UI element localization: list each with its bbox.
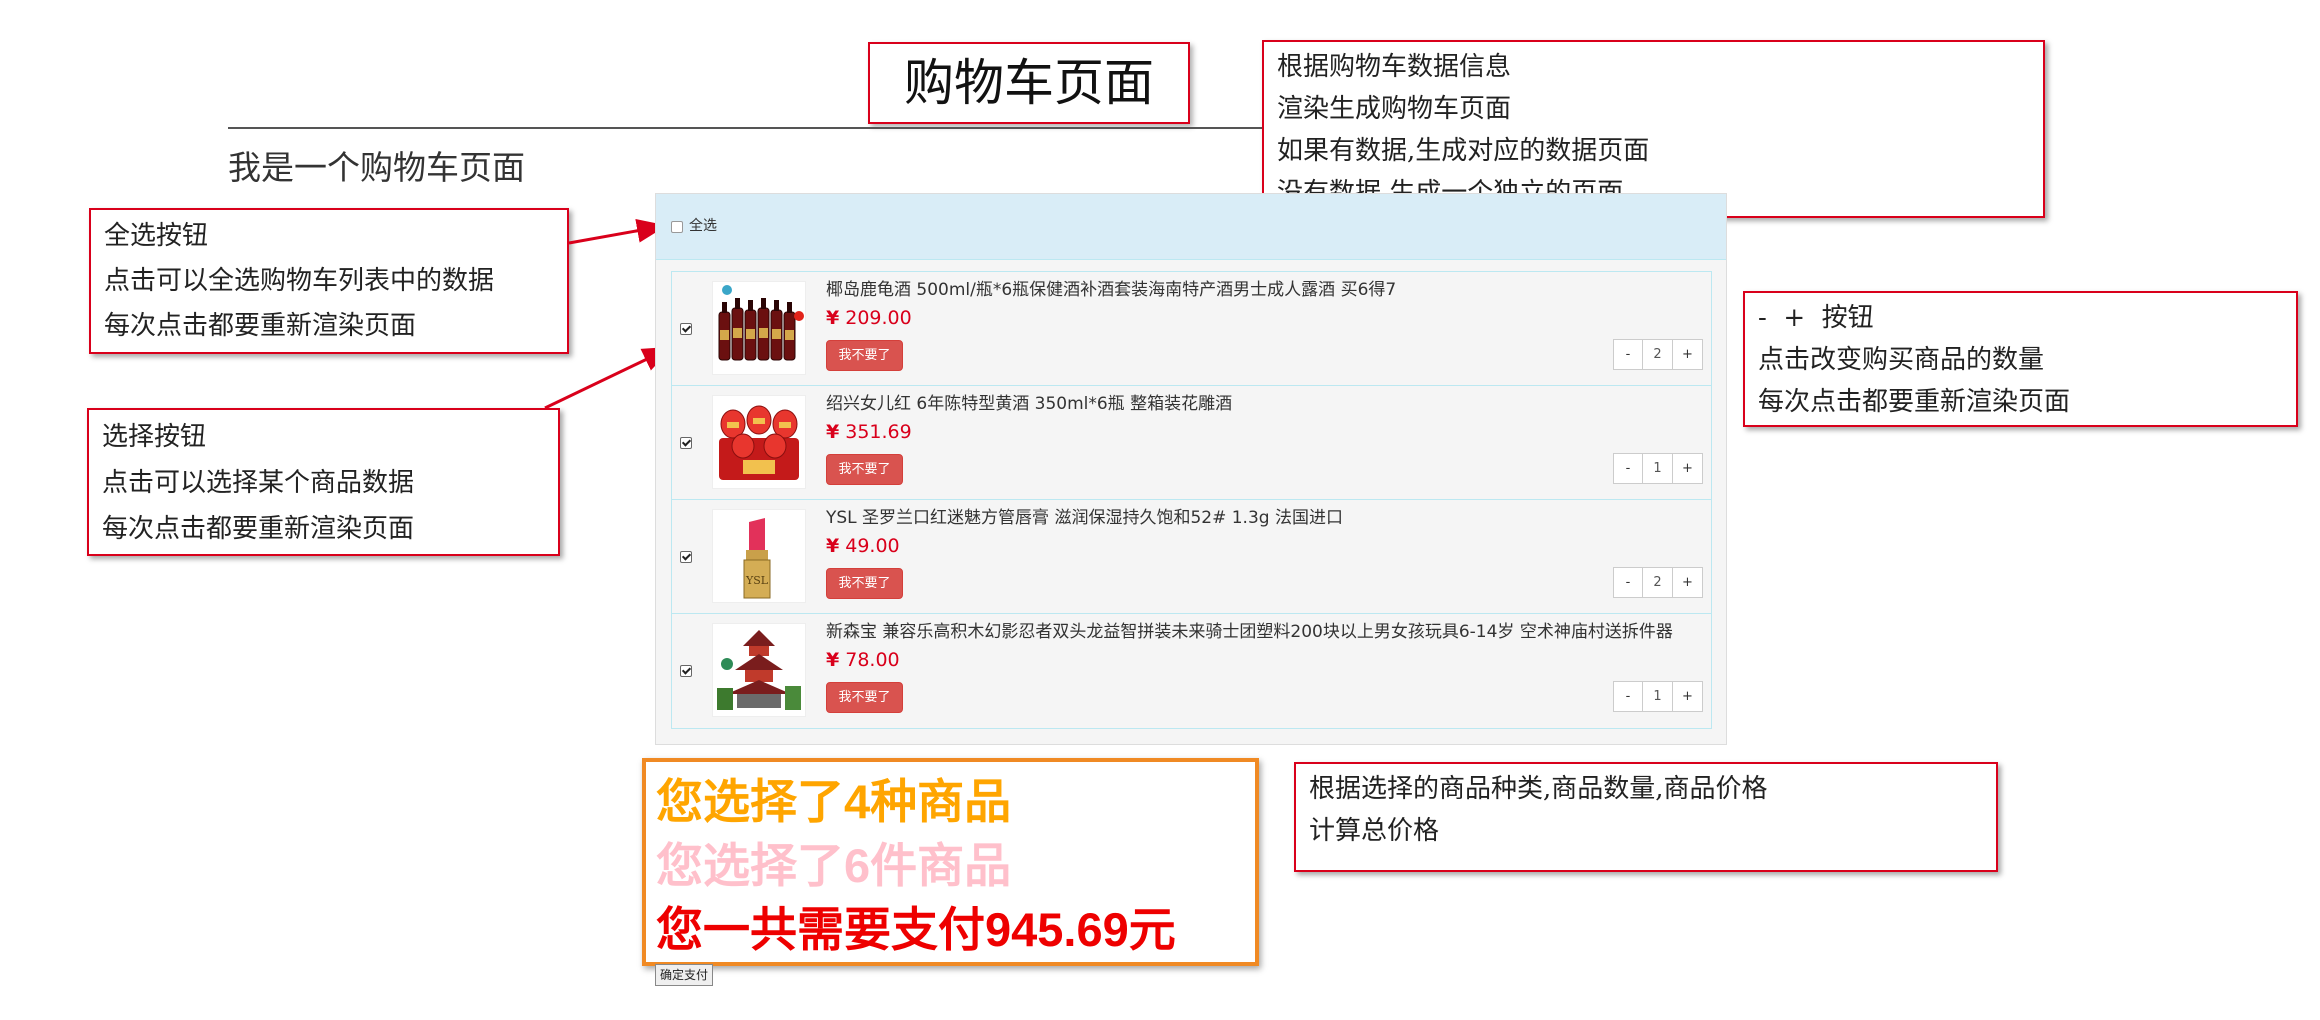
product-name: 椰岛鹿龟酒 500ml/瓶*6瓶保健酒补酒套装海南特产酒男士成人露酒 买6得7 xyxy=(826,280,1397,300)
cart-item: 绍兴女儿红 6年陈特型黄酒 350ml*6瓶 整箱装花雕酒 ¥351.69 我不… xyxy=(672,386,1711,500)
product-price: ¥351.69 xyxy=(826,419,912,445)
currency-symbol: ¥ xyxy=(826,421,840,443)
increase-button[interactable]: + xyxy=(1673,681,1703,712)
item-checkbox[interactable] xyxy=(680,665,692,677)
svg-text:YSL: YSL xyxy=(745,574,769,587)
product-name: 绍兴女儿红 6年陈特型黄酒 350ml*6瓶 整箱装花雕酒 xyxy=(826,394,1233,414)
increase-button[interactable]: + xyxy=(1673,339,1703,370)
selected-count-text: 您选择了6件商品 xyxy=(656,839,1012,892)
currency-symbol: ¥ xyxy=(826,307,840,329)
item-checkbox[interactable] xyxy=(680,323,692,335)
product-image: YSL xyxy=(712,509,806,603)
decrease-button[interactable]: - xyxy=(1613,567,1643,598)
arrow-select-all xyxy=(568,218,667,245)
item-checkbox[interactable] xyxy=(680,437,692,449)
confirm-pay-button[interactable]: 确定支付 xyxy=(655,964,713,986)
increase-button[interactable]: + xyxy=(1673,453,1703,484)
order-summary: 您选择了4种商品 您选择了6件商品 您一共需要支付945.69元 xyxy=(642,758,1259,966)
increase-button[interactable]: + xyxy=(1673,567,1703,598)
currency-symbol: ¥ xyxy=(826,649,840,671)
selected-kinds-text: 您选择了4种商品 xyxy=(656,775,1012,828)
select-all-checkbox[interactable] xyxy=(671,221,683,233)
product-price: ¥209.00 xyxy=(826,305,912,331)
quantity-stepper: - 2 + xyxy=(1613,567,1703,598)
price-value: 78.00 xyxy=(845,649,900,671)
price-value: 351.69 xyxy=(845,421,912,443)
cart-item: YSL YSL 圣罗兰口红迷魅方管唇膏 滋润保湿持久饱和52# 1.3g 法国进… xyxy=(672,500,1711,614)
quantity-value[interactable]: 1 xyxy=(1643,453,1673,484)
quantity-stepper: - 1 + xyxy=(1613,681,1703,712)
currency-symbol: ¥ xyxy=(826,535,840,557)
cart-header: 全选 xyxy=(656,194,1726,260)
price-value: 49.00 xyxy=(845,535,900,557)
remove-item-button[interactable]: 我不要了 xyxy=(826,682,903,713)
item-checkbox[interactable] xyxy=(680,551,692,563)
decrease-button[interactable]: - xyxy=(1613,339,1643,370)
product-image xyxy=(712,395,806,489)
product-name: YSL 圣罗兰口红迷魅方管唇膏 滋润保湿持久饱和52# 1.3g 法国进口 xyxy=(826,508,1343,528)
remove-item-button[interactable]: 我不要了 xyxy=(826,454,903,485)
quantity-value[interactable]: 2 xyxy=(1643,339,1673,370)
total-price-text: 您一共需要支付945.69元 xyxy=(656,903,1176,956)
product-image xyxy=(712,281,806,375)
product-name: 新森宝 兼容乐高积木幻影忍者双头龙益智拼装未来骑士团塑料200块以上男女孩玩具6… xyxy=(826,622,1673,642)
red-wine-jars-image xyxy=(719,405,799,480)
cart-item: 椰岛鹿龟酒 500ml/瓶*6瓶保健酒补酒套装海南特产酒男士成人露酒 买6得7 … xyxy=(672,272,1711,386)
building-blocks-temple-image xyxy=(717,630,801,710)
product-price: ¥49.00 xyxy=(826,533,900,559)
cart-list: 椰岛鹿龟酒 500ml/瓶*6瓶保健酒补酒套装海南特产酒男士成人露酒 买6得7 … xyxy=(671,271,1712,729)
quantity-value[interactable]: 2 xyxy=(1643,567,1673,598)
remove-item-button[interactable]: 我不要了 xyxy=(826,568,903,599)
quantity-stepper: - 1 + xyxy=(1613,453,1703,484)
liquor-bottles-image xyxy=(718,285,804,361)
select-all-label: 全选 xyxy=(689,218,717,234)
decrease-button[interactable]: - xyxy=(1613,453,1643,484)
page: 购物车页面 我是一个购物车页面 根据购物车数据信息 渲染生成购物车页面 如果有数… xyxy=(0,0,2320,1020)
product-price: ¥78.00 xyxy=(826,647,900,673)
lipstick-image: YSL xyxy=(743,518,771,599)
cart-panel: 全选 椰岛鹿龟酒 500ml/瓶*6瓶保健酒补酒套装海南特产酒男士成人露酒 买6… xyxy=(655,193,1727,745)
quantity-stepper: - 2 + xyxy=(1613,339,1703,370)
remove-item-button[interactable]: 我不要了 xyxy=(826,340,903,371)
product-image xyxy=(712,623,806,717)
cart-item: 新森宝 兼容乐高积木幻影忍者双头龙益智拼装未来骑士团塑料200块以上男女孩玩具6… xyxy=(672,614,1711,728)
arrow-select xyxy=(544,346,673,410)
price-value: 209.00 xyxy=(845,307,912,329)
quantity-value[interactable]: 1 xyxy=(1643,681,1673,712)
decrease-button[interactable]: - xyxy=(1613,681,1643,712)
